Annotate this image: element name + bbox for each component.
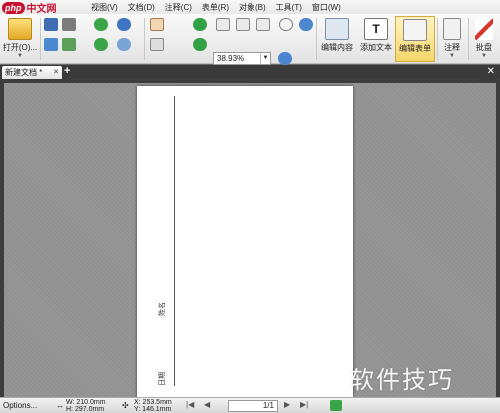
status-bar: Options... ↔ W: 210.0mm H: 297.0mm ✣ X: … — [0, 397, 500, 413]
menu-window[interactable]: 窗口(W) — [307, 2, 346, 13]
zoom-value: 38.93% — [217, 54, 245, 63]
redo-icon[interactable] — [117, 38, 131, 51]
fit-page-icon[interactable] — [216, 18, 230, 31]
chevron-down-icon: ▼ — [17, 53, 23, 59]
separator — [144, 18, 145, 60]
zoom-in-icon[interactable] — [278, 52, 292, 65]
fit-view-icon[interactable] — [330, 400, 342, 411]
edit-content-icon — [325, 18, 349, 40]
open-button[interactable]: 打开(O)... ▼ — [2, 18, 38, 59]
zoom-out-icon[interactable] — [279, 18, 293, 31]
menu-object[interactable]: 对象(B) — [234, 2, 271, 13]
save-icon[interactable] — [44, 18, 58, 31]
next-page-icon[interactable]: ▶ — [284, 400, 290, 409]
hand-tool-icon[interactable] — [150, 18, 164, 31]
handwriting-date: 日期 — [158, 372, 166, 386]
page-width: W: 210.0mm — [66, 399, 106, 406]
sign-label: 批盘 — [476, 43, 492, 52]
email-icon[interactable] — [44, 38, 58, 51]
text-icon: T — [364, 18, 388, 40]
last-page-icon[interactable]: ▶| — [300, 400, 308, 409]
prev-page-icon[interactable]: ◀ — [204, 400, 210, 409]
back-icon[interactable] — [94, 18, 108, 31]
form-icon — [403, 19, 427, 41]
close-document-icon[interactable]: ✕ — [487, 65, 495, 79]
folder-icon — [8, 18, 32, 40]
annotate-label: 注释 — [444, 43, 460, 52]
zoom-icon[interactable] — [299, 18, 313, 31]
undo-icon[interactable] — [117, 18, 131, 31]
page-size-icon: ↔ — [56, 401, 64, 410]
ribbon-toolbar: 打开(O)... ▼ 38.93% ▼ 编辑内容 T 添加文本 编辑表单 注释 … — [0, 14, 500, 65]
handwriting-name: 姓名 — [158, 302, 166, 316]
page-number-input[interactable]: 1/1 — [228, 400, 278, 412]
document-page[interactable]: 姓名 日期 — [137, 86, 353, 397]
edit-form-label: 编辑表单 — [399, 44, 431, 53]
snapshot-icon[interactable] — [150, 38, 164, 51]
menu-form[interactable]: 表单(R) — [197, 2, 234, 13]
logo-brand: php — [2, 1, 25, 14]
watermark-text: 软件技巧 — [350, 366, 454, 394]
menu-view[interactable]: 视图(V) — [86, 2, 123, 13]
page-dimensions: W: 210.0mm H: 297.0mm — [66, 399, 106, 413]
tab-new-document[interactable]: 新建文档 * ✕ — [2, 66, 62, 79]
options-button[interactable]: Options... — [3, 401, 37, 410]
separator — [468, 18, 469, 60]
scan-icon[interactable] — [62, 38, 76, 51]
separator — [40, 18, 41, 60]
add-text-button[interactable]: T 添加文本 — [356, 16, 396, 62]
cursor-coordinates: X: 253.5mm Y: 146.1mm — [134, 399, 172, 413]
actual-size-icon[interactable] — [256, 18, 270, 31]
open-label: 打开(O)... — [2, 43, 38, 52]
first-page-icon[interactable]: |◀ — [186, 400, 194, 409]
close-icon[interactable]: ✕ — [53, 66, 59, 79]
pen-icon — [475, 18, 493, 40]
document-tab-strip: 新建文档 * ✕ + ✕ — [0, 65, 500, 79]
chevron-down-icon: ▼ — [481, 53, 487, 59]
tab-label: 新建文档 * — [5, 68, 43, 77]
site-logo: php 中文网 — [2, 1, 57, 15]
cursor-y: Y: 146.1mm — [134, 406, 172, 413]
print-icon[interactable] — [62, 18, 76, 31]
menu-bar: php 中文网 视图(V) 文档(D) 注释(C) 表单(R) 对象(B) 工具… — [0, 0, 500, 15]
forward-icon[interactable] — [94, 38, 108, 51]
add-text-label: 添加文本 — [360, 43, 392, 52]
sign-button[interactable]: 批盘 ▼ — [470, 16, 498, 62]
logo-text: 中文网 — [26, 4, 57, 15]
form-field-line — [165, 256, 175, 296]
edit-content-button[interactable]: 编辑内容 — [317, 16, 357, 62]
menu-tools[interactable]: 工具(T) — [271, 2, 307, 13]
menu-comment[interactable]: 注释(C) — [160, 2, 197, 13]
fit-width-icon[interactable] — [236, 18, 250, 31]
chevron-down-icon: ▼ — [449, 53, 455, 59]
zoom-select[interactable]: 38.93% ▼ — [213, 52, 271, 65]
annotate-button[interactable]: 注释 ▼ — [438, 16, 466, 62]
chevron-down-icon[interactable]: ▼ — [260, 53, 270, 64]
rotate-back-icon[interactable] — [193, 38, 207, 51]
rotate-icon[interactable] — [193, 18, 207, 31]
page-height: H: 297.0mm — [66, 406, 105, 413]
cursor-position-icon: ✣ — [122, 401, 129, 410]
pdf-editor-window: php 中文网 视图(V) 文档(D) 注释(C) 表单(R) 对象(B) 工具… — [0, 0, 500, 413]
menu-document[interactable]: 文档(D) — [123, 2, 160, 13]
edit-content-label: 编辑内容 — [321, 43, 353, 52]
annotate-icon — [443, 18, 461, 40]
edit-form-button[interactable]: 编辑表单 — [395, 16, 435, 62]
cursor-x: X: 253.5mm — [134, 399, 172, 406]
add-tab-icon[interactable]: + — [64, 65, 70, 78]
